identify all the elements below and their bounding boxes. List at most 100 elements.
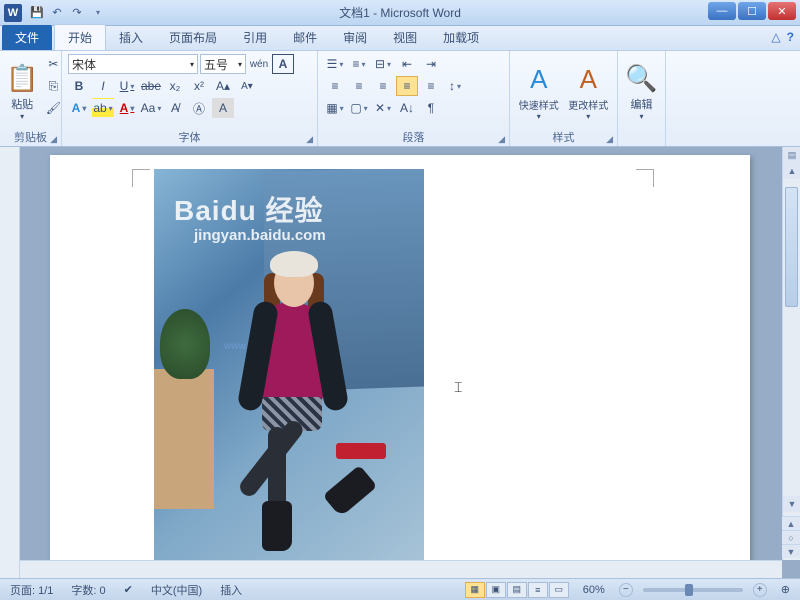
font-launcher-icon[interactable]: ◢ (306, 134, 313, 145)
qat-customize[interactable] (88, 4, 106, 22)
status-language[interactable]: 中文(中国) (147, 582, 206, 598)
zoom-fit-icon[interactable]: ⊕ (777, 583, 794, 596)
grow-font-icon[interactable]: A▴ (212, 76, 234, 96)
multilevel-list-icon[interactable]: ⊟ (372, 54, 394, 74)
align-justify-icon[interactable]: ≡ (396, 76, 418, 96)
group-editing: 🔍 编辑 ▾ (618, 51, 666, 146)
zoom-slider-thumb[interactable] (685, 584, 693, 596)
align-left-icon[interactable]: ≡ (324, 76, 346, 96)
vertical-ruler[interactable] (0, 147, 20, 578)
undo-icon[interactable]: ↶ (48, 4, 66, 22)
help-icon[interactable]: ? (787, 30, 794, 44)
group-clipboard: 📋 粘贴 ▾ ✂ ⎘ 🖌 剪贴板◢ (0, 51, 62, 146)
tab-review[interactable]: 审阅 (330, 25, 380, 50)
enclose-characters-icon[interactable]: Ⓐ (188, 98, 210, 118)
proofing-icon[interactable]: ✔ (120, 583, 137, 596)
styles-launcher-icon[interactable]: ◢ (606, 134, 613, 145)
minimize-ribbon-icon[interactable]: △ (771, 30, 780, 44)
tab-mailings[interactable]: 邮件 (280, 25, 330, 50)
find-icon: 🔍 (625, 63, 657, 94)
distributed-icon[interactable]: ≡ (420, 76, 442, 96)
paste-button[interactable]: 📋 粘贴 ▾ (6, 54, 38, 130)
view-draft-icon[interactable]: ▭ (549, 582, 569, 598)
sort-icon[interactable]: A↓ (396, 98, 418, 118)
margin-corner-tl (132, 169, 150, 187)
tab-home[interactable]: 开始 (54, 24, 106, 50)
watermark-small: www (224, 341, 246, 352)
save-icon[interactable]: 💾 (28, 4, 46, 22)
font-color-icon[interactable]: A (116, 98, 138, 118)
zoom-in-button[interactable]: + (753, 583, 767, 597)
zoom-slider[interactable] (643, 588, 743, 592)
vertical-scrollbar[interactable]: ▤ ▲ ▼ (782, 147, 800, 560)
scroll-up-icon[interactable]: ▲ (783, 163, 800, 179)
group-styles: A 快速样式 ▾ A 更改样式 ▾ 样式◢ (510, 51, 618, 146)
view-full-screen-icon[interactable]: ▣ (486, 582, 506, 598)
zoom-level[interactable]: 60% (579, 584, 609, 596)
tab-addins[interactable]: 加载项 (430, 25, 492, 50)
status-insert-mode[interactable]: 插入 (216, 582, 246, 598)
asian-layout-icon[interactable]: ✕ (372, 98, 394, 118)
minimize-button[interactable]: — (708, 2, 736, 20)
maximize-button[interactable]: ☐ (738, 2, 766, 20)
font-size-select[interactable]: 五号▾ (200, 54, 246, 74)
underline-button[interactable]: U (116, 76, 138, 96)
shrink-font-icon[interactable]: A▾ (236, 76, 258, 96)
align-right-icon[interactable]: ≡ (372, 76, 394, 96)
font-name-select[interactable]: 宋体▾ (68, 54, 198, 74)
tab-layout[interactable]: 页面布局 (156, 25, 230, 50)
change-case-icon[interactable]: Aa (140, 98, 162, 118)
align-center-icon[interactable]: ≡ (348, 76, 370, 96)
change-styles-button[interactable]: A 更改样式 ▾ (566, 54, 612, 130)
horizontal-scrollbar[interactable] (20, 560, 782, 578)
status-words[interactable]: 字数: 0 (67, 582, 109, 598)
line-spacing-icon[interactable]: ↕ (444, 76, 466, 96)
ribbon-tabs: 文件 开始 插入 页面布局 引用 邮件 审阅 视图 加载项 △ ? (0, 26, 800, 51)
inserted-image[interactable]: Baidu 经验 jingyan.baidu.com www (154, 169, 424, 569)
editing-button[interactable]: 🔍 编辑 ▾ (624, 54, 659, 130)
scroll-down-icon[interactable]: ▼ (783, 496, 800, 512)
borders-icon[interactable]: ▢ (348, 98, 370, 118)
highlight-icon[interactable]: ab (92, 98, 114, 118)
italic-button[interactable]: I (92, 76, 114, 96)
browse-select-icon[interactable]: ○ (782, 530, 800, 544)
close-button[interactable]: ✕ (768, 2, 796, 20)
character-border-icon[interactable]: A (272, 54, 294, 74)
tab-view[interactable]: 视图 (380, 25, 430, 50)
numbering-icon[interactable]: ≡ (348, 54, 370, 74)
clear-formatting-icon[interactable]: A̸ (164, 98, 186, 118)
zoom-out-button[interactable]: − (619, 583, 633, 597)
quick-styles-icon: A (530, 64, 547, 95)
subscript-button[interactable]: x₂ (164, 76, 186, 96)
superscript-button[interactable]: x² (188, 76, 210, 96)
tab-references[interactable]: 引用 (230, 25, 280, 50)
view-web-layout-icon[interactable]: ▤ (507, 582, 527, 598)
next-page-icon[interactable]: ▼ (782, 544, 800, 558)
view-outline-icon[interactable]: ≡ (528, 582, 548, 598)
phonetic-guide-icon[interactable]: wén (248, 54, 270, 74)
bullets-icon[interactable]: ☰ (324, 54, 346, 74)
page[interactable]: Baidu 经验 jingyan.baidu.com www (50, 155, 750, 578)
paragraph-launcher-icon[interactable]: ◢ (498, 134, 505, 145)
status-page[interactable]: 页面: 1/1 (6, 582, 57, 598)
quick-styles-button[interactable]: A 快速样式 ▾ (516, 54, 562, 130)
strikethrough-button[interactable]: abe (140, 76, 162, 96)
clipboard-launcher-icon[interactable]: ◢ (50, 134, 57, 145)
window-controls: — ☐ ✕ (708, 2, 796, 20)
tab-insert[interactable]: 插入 (106, 25, 156, 50)
ruler-toggle-icon[interactable]: ▤ (783, 147, 800, 163)
view-print-layout-icon[interactable]: ▦ (465, 582, 485, 598)
bold-button[interactable]: B (68, 76, 90, 96)
shading-icon[interactable]: ▦ (324, 98, 346, 118)
tab-file[interactable]: 文件 (2, 25, 52, 50)
show-marks-icon[interactable]: ¶ (420, 98, 442, 118)
increase-indent-icon[interactable]: ⇥ (420, 54, 442, 74)
text-effects-icon[interactable]: A (68, 98, 90, 118)
status-bar: 页面: 1/1 字数: 0 ✔ 中文(中国) 插入 ▦ ▣ ▤ ≡ ▭ 60% … (0, 578, 800, 600)
redo-icon[interactable]: ↷ (68, 4, 86, 22)
decrease-indent-icon[interactable]: ⇤ (396, 54, 418, 74)
scroll-thumb[interactable] (785, 187, 798, 307)
prev-page-icon[interactable]: ▲ (782, 516, 800, 530)
window-title: 文档1 - Microsoft Word (339, 4, 461, 21)
character-shading-icon[interactable]: A (212, 98, 234, 118)
